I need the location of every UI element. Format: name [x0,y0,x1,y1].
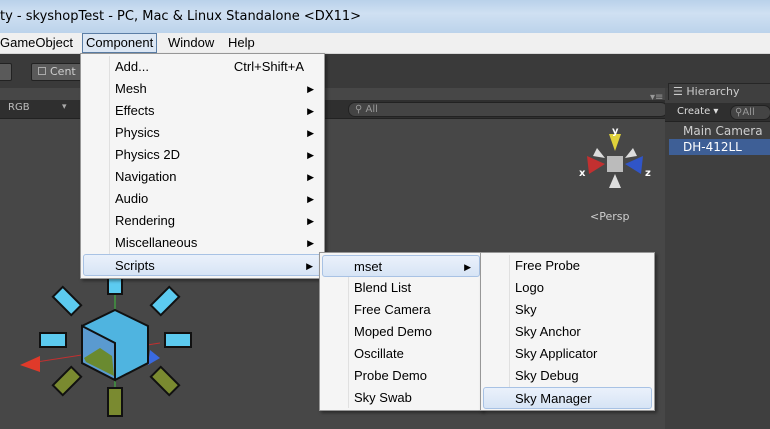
submenu-arrow-icon: ▶ [307,238,314,248]
scripts-submenu: mset ▶ Blend List Free Camera Moped Demo … [319,252,483,411]
x-axis-cone[interactable] [587,156,605,174]
sky-manager-object-icon[interactable] [10,268,200,418]
gizmo-cone [609,174,621,188]
hierarchy-toolbar: Create ▾ ⚲All [665,103,770,122]
menu-item-scripts[interactable]: Scripts ▶ [83,254,322,276]
hierarchy-search-input[interactable]: ⚲All [730,105,770,120]
gizmo-x-label: x [579,168,586,179]
submenu-arrow-icon: ▶ [307,150,314,160]
menu-item-oscillate[interactable]: Oscillate [322,343,480,365]
ray [39,332,67,348]
hierarchy-panel: ☰ Hierarchy Create ▾ ⚲All Main Camera DH… [665,83,770,429]
submenu-arrow-icon: ▶ [464,262,471,272]
title-bar: ty - skyshopTest - PC, Mac & Linux Stand… [0,0,770,33]
menu-item-probe-demo[interactable]: Probe Demo [322,365,480,387]
menu-item-mset[interactable]: mset ▶ [322,255,480,277]
menu-item-sky-anchor[interactable]: Sky Anchor [483,321,652,343]
menu-item-add[interactable]: Add... Ctrl+Shift+A [83,56,322,78]
ray [51,285,83,317]
menu-item-sky-manager[interactable]: Sky Manager [483,387,652,409]
ray [149,365,181,397]
render-mode-dropdown[interactable]: RGB [8,102,30,113]
hierarchy-icon: ☰ [673,85,683,98]
menu-item-sky-debug[interactable]: Sky Debug [483,365,652,387]
menu-component[interactable]: Component [82,33,158,53]
pivot-icon [38,67,46,75]
menu-gameobject[interactable]: GameObject [0,33,76,53]
scene-search-input[interactable]: ⚲ All [348,102,665,117]
menu-item-rendering[interactable]: Rendering ▶ [83,210,322,232]
menu-item-free-probe[interactable]: Free Probe [483,255,652,277]
mset-submenu: Free Probe Logo Sky Sky Anchor Sky Appli… [480,252,655,411]
ray [107,387,123,417]
dropdown-arrow-icon: ▾ [62,102,67,112]
menu-item-logo[interactable]: Logo [483,277,652,299]
submenu-arrow-icon: ▶ [307,128,314,138]
submenu-arrow-icon: ▶ [307,194,314,204]
gizmo-center-cube[interactable] [607,156,623,172]
ray [164,332,192,348]
menu-item-moped-demo[interactable]: Moped Demo [322,321,480,343]
menu-item-navigation[interactable]: Navigation ▶ [83,166,322,188]
shortcut-text: Ctrl+Shift+A [233,59,304,74]
menu-item-sky-applicator[interactable]: Sky Applicator [483,343,652,365]
menu-item-audio[interactable]: Audio ▶ [83,188,322,210]
menu-item-blend-list[interactable]: Blend List [322,277,480,299]
menu-item-effects[interactable]: Effects ▶ [83,100,322,122]
z-arrow [148,350,160,365]
menu-help[interactable]: Help [225,33,258,53]
gizmo-cone [625,148,637,158]
menu-item-free-camera[interactable]: Free Camera [322,299,480,321]
x-arrow [20,356,40,372]
menu-item-physics[interactable]: Physics ▶ [83,122,322,144]
menu-item-physics-2d[interactable]: Physics 2D ▶ [83,144,322,166]
gizmo-y-label: y [612,126,619,137]
menu-item-sky[interactable]: Sky [483,299,652,321]
ray [51,365,83,397]
hierarchy-item-dh-412ll[interactable]: DH-412LL [669,139,770,155]
component-menu: Add... Ctrl+Shift+A Mesh ▶ Effects ▶ Physi… [80,53,325,279]
submenu-arrow-icon: ▶ [307,216,314,226]
search-icon: ⚲ [355,104,363,115]
menu-bar: GameObject Component Window Help [0,33,770,54]
submenu-arrow-icon: ▶ [306,261,313,271]
menu-item-mesh[interactable]: Mesh ▶ [83,78,322,100]
scene-orientation-gizmo[interactable]: y x z [575,126,655,196]
submenu-arrow-icon: ▶ [307,106,314,116]
ray [149,285,181,317]
menu-item-sky-swab[interactable]: Sky Swab [322,387,480,409]
z-axis-cone[interactable] [625,156,643,174]
hierarchy-item-main-camera[interactable]: Main Camera [669,123,770,139]
gizmo-z-label: z [645,168,651,179]
window-title: ty - skyshopTest - PC, Mac & Linux Stand… [0,9,362,24]
persp-label[interactable]: <Persp [590,210,629,223]
menu-window[interactable]: Window [165,33,217,53]
toolbar-button[interactable] [0,63,12,81]
panel-menu-icon[interactable]: ▾≡ [650,92,663,103]
menu-item-miscellaneous[interactable]: Miscellaneous ▶ [83,232,322,254]
submenu-arrow-icon: ▶ [307,84,314,94]
gizmo-cone [593,148,605,158]
hierarchy-tab[interactable]: ☰ Hierarchy [668,83,770,100]
create-dropdown[interactable]: Create ▾ [677,106,718,117]
submenu-arrow-icon: ▶ [307,172,314,182]
